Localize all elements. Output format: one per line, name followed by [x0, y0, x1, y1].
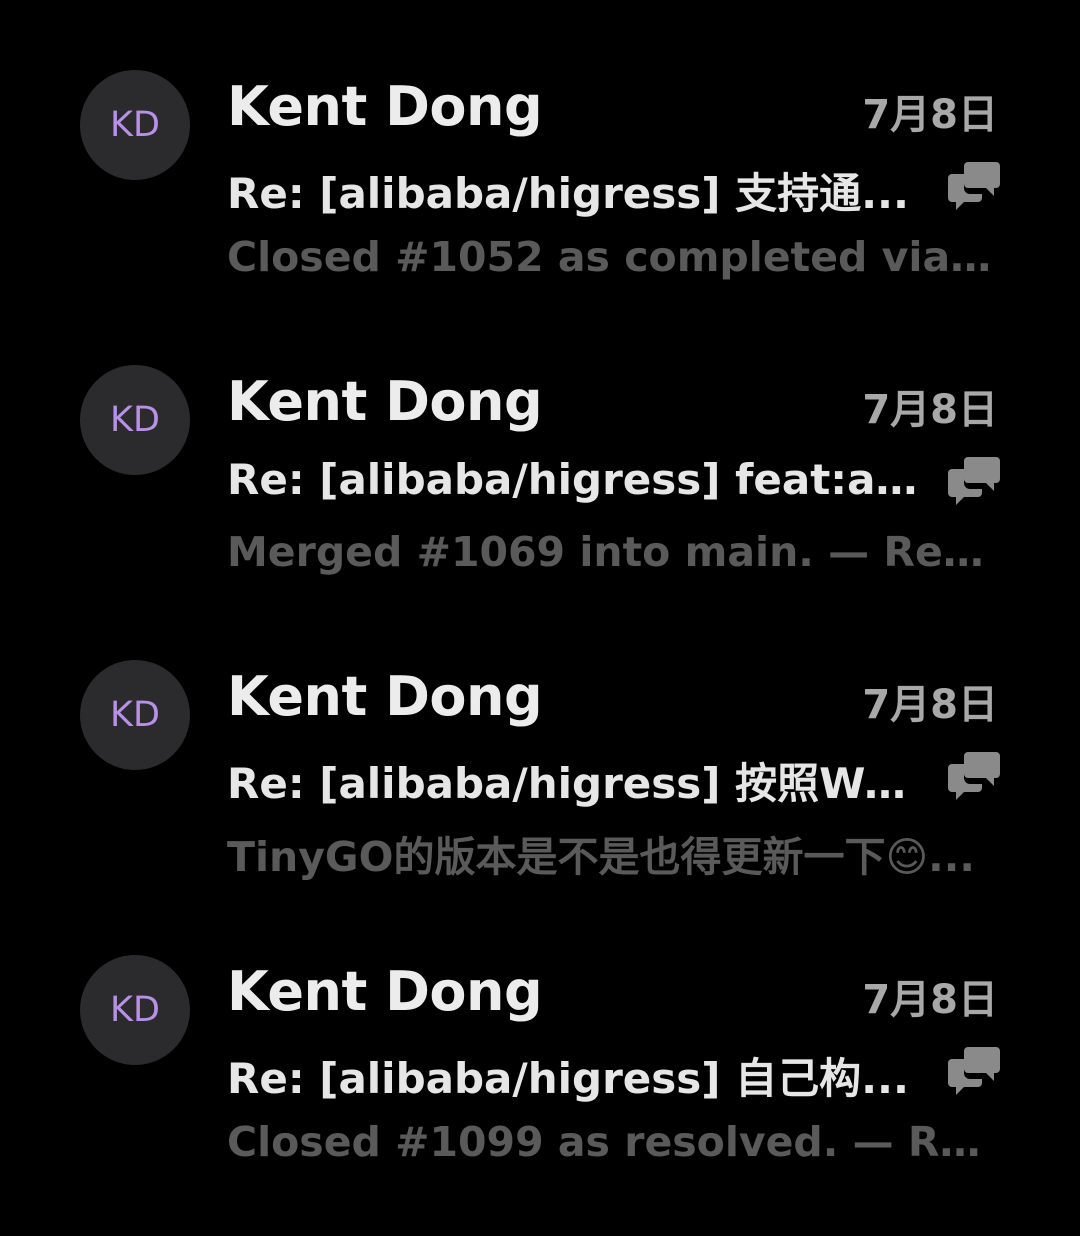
mail-subject: Re: [alibaba/higress] 自己构...	[227, 1054, 909, 1103]
mail-date: 7月8日	[862, 387, 998, 433]
mail-date: 7月8日	[862, 682, 998, 728]
sender-name: Kent Dong	[227, 75, 543, 138]
conversation-icon	[948, 457, 1000, 505]
sender-name: Kent Dong	[227, 370, 543, 433]
mail-date: 7月8日	[862, 92, 998, 138]
mail-preview: TinyGO的版本是不是也得更新一下😊...	[227, 833, 975, 881]
avatar: KD	[80, 660, 190, 770]
conversation-icon	[948, 752, 1000, 800]
avatar: KD	[80, 70, 190, 180]
mail-preview: Closed #1099 as resolved. — Repl...	[227, 1118, 992, 1166]
mail-list: KD Kent Dong 7月8日 Re: [alibaba/higress] …	[0, 0, 1080, 1236]
conversation-icon	[948, 162, 1000, 210]
mail-preview: Merged #1069 into main. — Reply ...	[227, 528, 992, 576]
mail-item[interactable]: KD Kent Dong 7月8日 Re: [alibaba/higress] …	[0, 590, 1080, 885]
sender-name: Kent Dong	[227, 665, 543, 728]
mail-date: 7月8日	[862, 977, 998, 1023]
conversation-icon	[948, 1047, 1000, 1095]
mail-item[interactable]: KD Kent Dong 7月8日 Re: [alibaba/higress] …	[0, 295, 1080, 590]
mail-item[interactable]: KD Kent Dong 7月8日 Re: [alibaba/higress] …	[0, 885, 1080, 1180]
avatar: KD	[80, 955, 190, 1065]
sender-name: Kent Dong	[227, 960, 543, 1023]
mail-subject: Re: [alibaba/higress] 支持通...	[227, 169, 909, 218]
avatar: KD	[80, 365, 190, 475]
mail-subject: Re: [alibaba/higress] 按照Wa...	[227, 759, 927, 808]
mail-subject: Re: [alibaba/higress] feat:ad...	[227, 455, 927, 504]
mail-preview: Closed #1052 as completed via #1...	[227, 233, 992, 281]
mail-item[interactable]: KD Kent Dong 7月8日 Re: [alibaba/higress] …	[0, 0, 1080, 295]
